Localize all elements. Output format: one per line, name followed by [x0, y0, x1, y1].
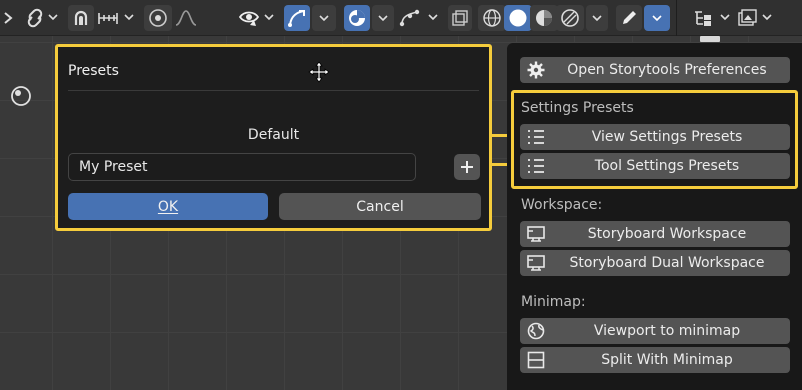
outliner-icon[interactable] [688, 5, 718, 31]
overlays-icon[interactable] [344, 5, 370, 31]
storyboard-workspace-label: Storyboard Workspace [587, 226, 747, 242]
presets-title: Presets [68, 63, 119, 79]
gear-icon [526, 60, 546, 80]
storyboard-dual-workspace-label: Storyboard Dual Workspace [569, 255, 765, 271]
image-icon[interactable] [736, 5, 760, 31]
snap-icon[interactable] [68, 5, 94, 31]
divider [68, 90, 479, 91]
pencil-icon[interactable] [616, 5, 642, 31]
chevron-down-icon[interactable] [760, 10, 774, 24]
overlays-dropdown[interactable] [372, 5, 394, 31]
minimap-label: Minimap: [521, 294, 586, 310]
workspace-label: Workspace: [521, 197, 603, 213]
workspace-icon [526, 224, 546, 244]
panel-indicator [700, 36, 720, 42]
globe-icon [526, 321, 546, 341]
visibility-eye-icon[interactable] [236, 5, 262, 31]
chevron-down-icon[interactable] [426, 10, 440, 24]
presets-popup: Presets Default My Preset OK Cancel [55, 44, 492, 231]
split-with-minimap-button[interactable]: Split With Minimap [520, 347, 790, 373]
xray-icon[interactable] [448, 5, 472, 31]
ok-button[interactable]: OK [68, 193, 268, 220]
open-preferences-button[interactable]: Open Storytools Preferences [520, 57, 790, 83]
preset-name-input[interactable]: My Preset [68, 153, 416, 181]
plus-icon [461, 161, 473, 173]
ok-label: OK [157, 198, 179, 215]
proportional-editing-icon[interactable] [24, 5, 46, 31]
split-icon [526, 350, 546, 370]
falloff-icon[interactable] [174, 5, 198, 31]
split-with-minimap-label: Split With Minimap [601, 352, 733, 368]
add-preset-button[interactable] [454, 154, 480, 180]
material-shading-icon[interactable] [530, 5, 558, 31]
chevron-down-icon[interactable] [718, 10, 732, 24]
wireframe-shading-icon[interactable] [478, 5, 506, 31]
chevron-down-icon[interactable] [262, 10, 276, 24]
transform-pivot-icon[interactable] [2, 5, 16, 31]
chevron-down-icon[interactable] [122, 10, 136, 24]
proportional-circle-icon[interactable] [144, 5, 172, 31]
move-cursor-icon [308, 61, 330, 83]
viewport-header [0, 0, 802, 36]
gizmo-icon[interactable] [284, 5, 310, 31]
gizmo-dropdown[interactable] [312, 5, 336, 31]
cancel-button[interactable]: Cancel [279, 193, 481, 220]
chevron-down-icon[interactable] [46, 10, 60, 24]
default-preset-item[interactable]: Default [58, 127, 489, 143]
settings-presets-highlight [511, 90, 798, 189]
snap-increment-icon[interactable] [96, 5, 120, 31]
rendered-shading-icon[interactable] [556, 5, 584, 31]
shading-dropdown[interactable] [586, 5, 608, 31]
viewport-to-minimap-label: Viewport to minimap [593, 323, 741, 339]
open-preferences-label: Open Storytools Preferences [567, 62, 767, 78]
node-tools-icon[interactable] [396, 5, 424, 31]
cancel-label: Cancel [356, 198, 404, 215]
navigation-gizmo-icon[interactable] [10, 85, 32, 107]
viewport-to-minimap-button[interactable]: Viewport to minimap [520, 318, 790, 344]
solid-shading-icon[interactable] [504, 5, 532, 31]
storyboard-workspace-button[interactable]: Storyboard Workspace [520, 221, 790, 247]
storyboard-dual-workspace-button[interactable]: Storyboard Dual Workspace [520, 250, 790, 276]
storytools-menu-dropdown[interactable] [644, 5, 670, 31]
workspace-icon [526, 253, 546, 273]
